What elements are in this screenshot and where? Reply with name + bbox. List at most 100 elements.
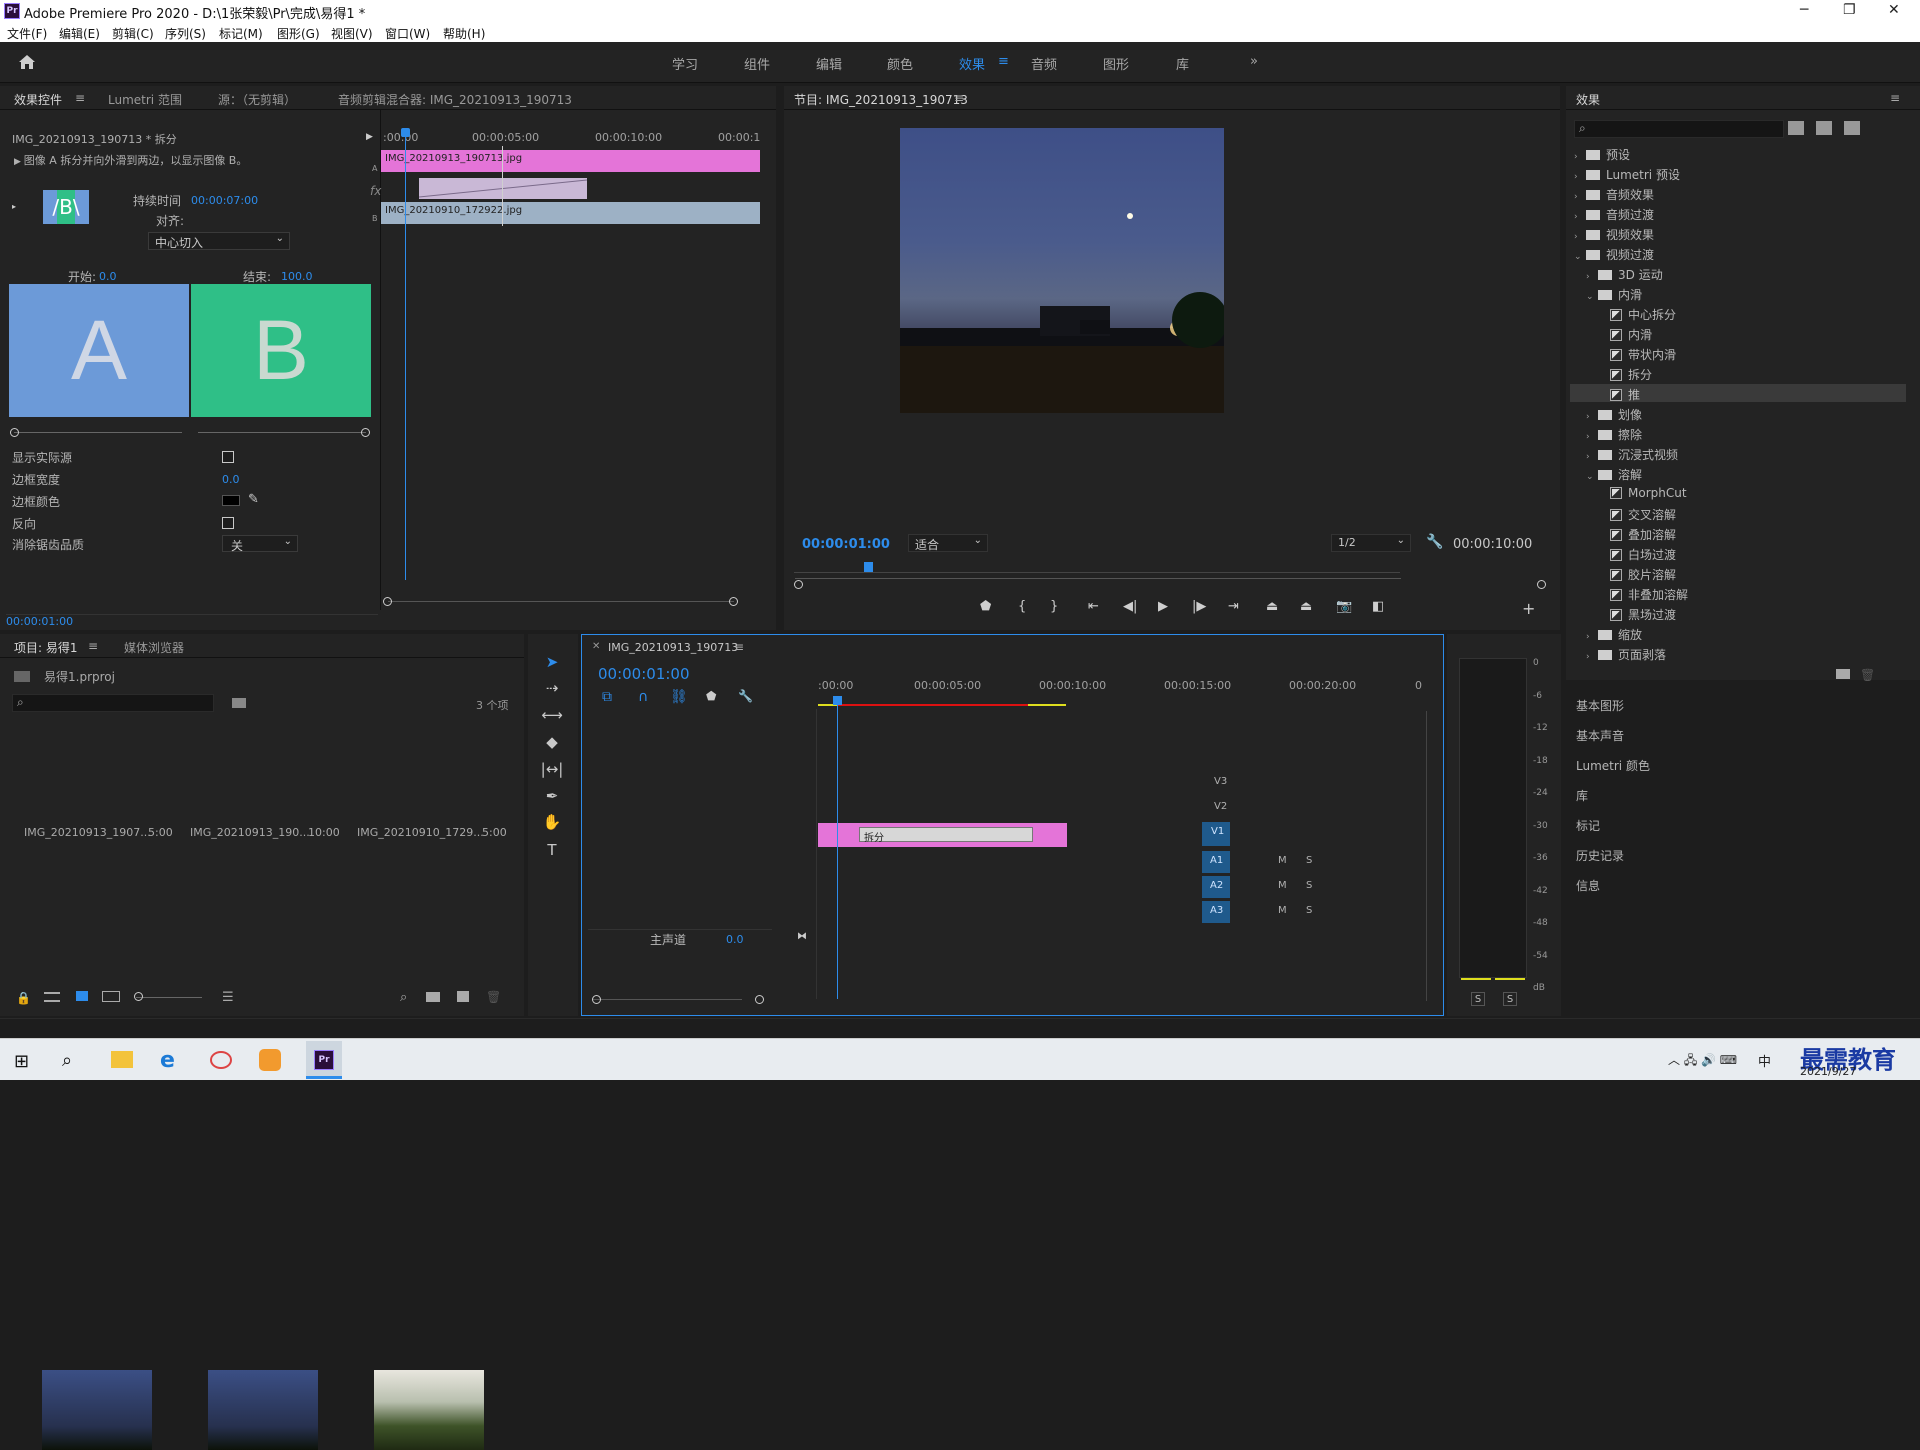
side-history[interactable]: 历史记录 bbox=[1576, 847, 1624, 864]
side-lumetri-color[interactable]: Lumetri 颜色 bbox=[1576, 757, 1650, 774]
expand-arrow-icon[interactable]: ▶ bbox=[366, 132, 373, 142]
workspace-audio[interactable]: 音频 bbox=[1031, 54, 1057, 73]
tray-icons[interactable]: ︿ 🖧 🔊 ⌨ bbox=[1668, 1051, 1737, 1072]
align-dropdown[interactable]: 中心切入 ⌄ bbox=[148, 232, 290, 250]
menu-clip[interactable]: 剪辑(C) bbox=[112, 25, 154, 42]
freeform-view-icon[interactable] bbox=[102, 991, 120, 1002]
edge-icon[interactable]: e bbox=[160, 1048, 175, 1073]
eyedropper-icon[interactable]: ✎ bbox=[248, 492, 259, 507]
effect-item-21[interactable]: 胶片溶解 bbox=[1610, 566, 1676, 583]
effects-menu-icon[interactable]: ≡ bbox=[1890, 91, 1900, 105]
nest-icon[interactable]: ⧉ bbox=[602, 689, 612, 705]
workspace-menu-icon[interactable]: ≡ bbox=[998, 54, 1009, 69]
pen-tool-icon[interactable]: ✒ bbox=[538, 784, 566, 808]
duration-value[interactable]: 00:00:07:00 bbox=[191, 194, 258, 207]
effect-item-23[interactable]: 黑场过渡 bbox=[1610, 606, 1676, 623]
windows-start-icon[interactable]: ⊞ bbox=[14, 1051, 29, 1072]
solo-right-button[interactable]: S bbox=[1503, 992, 1517, 1006]
reverse-checkbox[interactable] bbox=[222, 517, 234, 529]
effect-folder-1[interactable]: › Lumetri 预设 bbox=[1574, 166, 1680, 183]
minimize-icon[interactable]: ─ bbox=[1800, 2, 1808, 18]
timeline-tab[interactable]: IMG_20210913_190713 bbox=[608, 641, 738, 654]
add-marker-icon[interactable]: ⬟ bbox=[980, 599, 991, 614]
effect-folder-6[interactable]: › 3D 运动 bbox=[1586, 266, 1663, 283]
chevron-right-icon[interactable]: › bbox=[1586, 432, 1598, 442]
play-icon[interactable]: ▶ bbox=[1158, 599, 1168, 614]
chevron-right-icon[interactable]: › bbox=[1586, 632, 1598, 642]
compare-icon[interactable]: ◧ bbox=[1372, 599, 1384, 614]
tab-menu-icon[interactable]: ≡ bbox=[75, 91, 85, 105]
chevron-right-icon[interactable]: › bbox=[1586, 412, 1598, 422]
program-zoom-bar[interactable] bbox=[795, 578, 1401, 579]
program-title[interactable]: 节目: IMG_20210913_190713 bbox=[794, 91, 968, 108]
effect-item-19[interactable]: 叠加溶解 bbox=[1610, 526, 1676, 543]
chevron-down-icon[interactable]: ⌄ bbox=[1586, 292, 1598, 302]
mark-in-icon[interactable]: { bbox=[1018, 599, 1026, 614]
workspace-learn[interactable]: 学习 bbox=[672, 54, 698, 73]
menu-graphics[interactable]: 图形(G) bbox=[277, 25, 320, 42]
effect-item-11[interactable]: 拆分 bbox=[1610, 366, 1652, 383]
extract-icon[interactable]: ⏏ bbox=[1300, 599, 1312, 614]
effect-item-12[interactable]: 推 bbox=[1610, 386, 1640, 403]
timeline-marker-icon[interactable]: ⬟ bbox=[706, 689, 716, 703]
lock-icon[interactable]: 🔒 bbox=[16, 991, 31, 1005]
antialias-dropdown[interactable]: 关 ⌄ bbox=[222, 535, 298, 553]
list-view-icon[interactable] bbox=[44, 992, 60, 1002]
new-bin-icon[interactable] bbox=[1836, 669, 1850, 679]
end-value[interactable]: 100.0 bbox=[281, 270, 313, 283]
effect-folder-24[interactable]: › 缩放 bbox=[1586, 626, 1642, 643]
transition-bar[interactable] bbox=[418, 178, 588, 199]
ec-playhead-handle[interactable] bbox=[401, 128, 410, 137]
workspace-effects[interactable]: 效果 bbox=[959, 54, 985, 73]
side-markers[interactable]: 标记 bbox=[1576, 817, 1600, 834]
effects-search-input[interactable]: ⌕ bbox=[1574, 120, 1784, 138]
border-width-value[interactable]: 0.0 bbox=[222, 473, 240, 486]
timeline-playhead[interactable] bbox=[837, 698, 838, 999]
chevron-right-icon[interactable]: › bbox=[1574, 172, 1586, 182]
effect-controls-timecode[interactable]: 00:00:01:00 bbox=[6, 615, 73, 628]
program-playhead[interactable] bbox=[864, 562, 873, 572]
clear-icon[interactable]: 🗑 bbox=[486, 990, 501, 1004]
tab-project[interactable]: 项目: 易得1 bbox=[14, 639, 78, 656]
project-thumb-2[interactable] bbox=[208, 1370, 318, 1450]
side-essential-graphics[interactable]: 基本图形 bbox=[1576, 697, 1624, 714]
chevron-right-icon[interactable]: › bbox=[1574, 232, 1586, 242]
chevron-right-icon[interactable]: › bbox=[1586, 272, 1598, 282]
button-editor-icon[interactable]: + bbox=[1522, 599, 1535, 618]
timeline-zoom-left[interactable] bbox=[592, 995, 601, 1004]
effect-item-22[interactable]: 非叠加溶解 bbox=[1610, 586, 1688, 603]
timeline-playhead-handle[interactable] bbox=[833, 696, 842, 705]
tab-media-browser[interactable]: 媒体浏览器 bbox=[124, 639, 184, 656]
master-toggle-icon[interactable]: ⧓ bbox=[797, 931, 807, 942]
ec-playhead[interactable] bbox=[405, 132, 406, 580]
timeline-vscroll[interactable] bbox=[1426, 711, 1427, 1001]
menu-marker[interactable]: 标记(M) bbox=[219, 25, 263, 42]
effect-folder-7[interactable]: ⌄ 内滑 bbox=[1586, 286, 1642, 303]
tab-lumetri-scopes[interactable]: Lumetri 范围 bbox=[108, 91, 182, 108]
lift-icon[interactable]: ⏏ bbox=[1266, 599, 1278, 614]
master-value[interactable]: 0.0 bbox=[726, 933, 744, 946]
resolution-dropdown[interactable]: 1/2 ⌄ bbox=[1331, 534, 1411, 552]
workspace-assembly[interactable]: 组件 bbox=[744, 54, 770, 73]
new-bin-project-icon[interactable] bbox=[426, 992, 440, 1002]
program-scrub-bar[interactable] bbox=[794, 572, 1400, 573]
effect-folder-15[interactable]: › 沉浸式视频 bbox=[1586, 446, 1678, 463]
effect-folder-25[interactable]: › 页面剥落 bbox=[1586, 646, 1666, 663]
step-back-icon[interactable]: ◀| bbox=[1123, 599, 1137, 614]
thumb-size-handle[interactable] bbox=[134, 992, 143, 1001]
maximize-icon[interactable]: ❐ bbox=[1843, 2, 1856, 18]
chevron-down-icon[interactable]: ⌄ bbox=[1574, 252, 1586, 262]
selection-tool-icon[interactable]: ➤ bbox=[538, 650, 566, 674]
effect-item-10[interactable]: 带状内滑 bbox=[1610, 346, 1676, 363]
timeline-menu-icon[interactable]: ≡ bbox=[734, 640, 744, 654]
side-info[interactable]: 信息 bbox=[1576, 877, 1600, 894]
start-value[interactable]: 0.0 bbox=[99, 270, 117, 283]
thumb-size-slider[interactable] bbox=[136, 997, 202, 998]
yuv-effects-icon[interactable] bbox=[1844, 121, 1860, 135]
menu-sequence[interactable]: 序列(S) bbox=[165, 25, 206, 42]
effect-item-20[interactable]: 白场过渡 bbox=[1610, 546, 1676, 563]
start-slider-handle[interactable] bbox=[10, 428, 19, 437]
effect-item-9[interactable]: 内滑 bbox=[1610, 326, 1652, 343]
sort-icon[interactable]: ☰ bbox=[222, 990, 234, 1005]
workspace-libraries[interactable]: 库 bbox=[1176, 54, 1189, 73]
